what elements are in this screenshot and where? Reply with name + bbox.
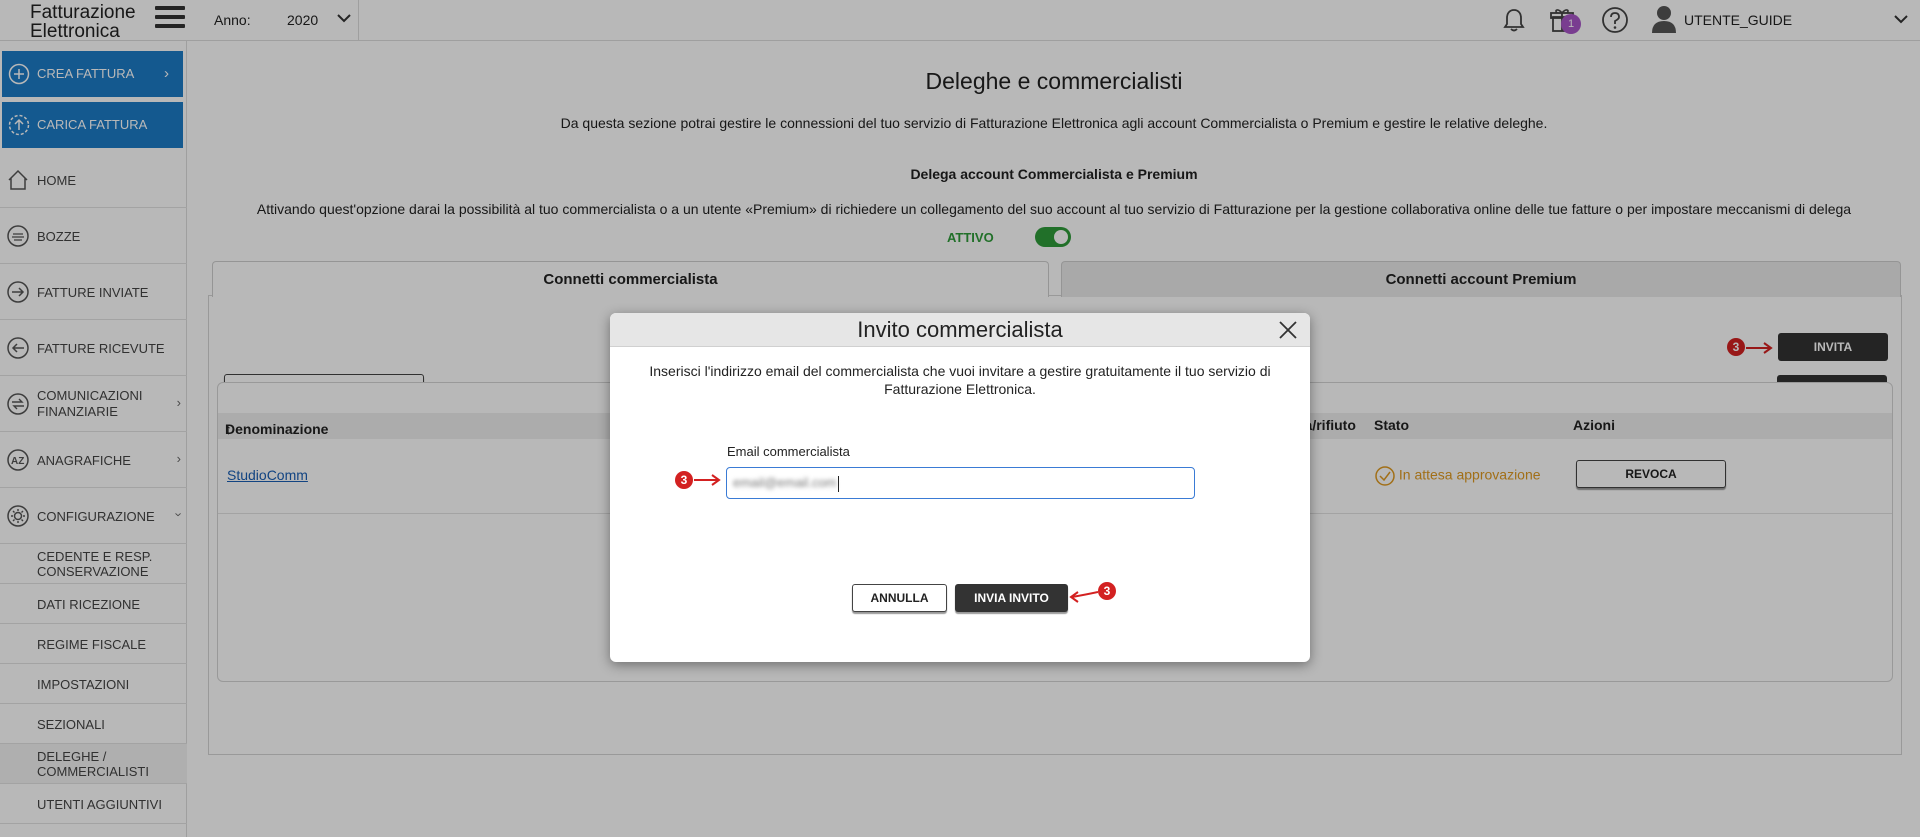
email-field-label: Email commercialista [727,444,850,459]
desc-line1: Inserisci l'indirizzo email del commerci… [649,363,1271,379]
modal-header: Invito commercialista [610,313,1310,347]
annulla-button[interactable]: ANNULLA [852,584,947,612]
close-icon[interactable] [1278,320,1298,340]
email-field-value: email@email.com [733,475,837,490]
arrow-left-icon [1069,591,1098,603]
invia-invito-button[interactable]: INVIA INVITO [955,584,1068,612]
modal-title: Invito commercialista [857,317,1063,342]
arrow-right-icon [694,474,721,486]
step-marker: 3 [1098,582,1116,600]
step-marker: 3 [675,471,693,489]
desc-line2: Fatturazione Elettronica. [884,381,1036,397]
modal-description: Inserisci l'indirizzo email del commerci… [640,362,1280,398]
email-field[interactable]: email@email.com [726,467,1195,499]
